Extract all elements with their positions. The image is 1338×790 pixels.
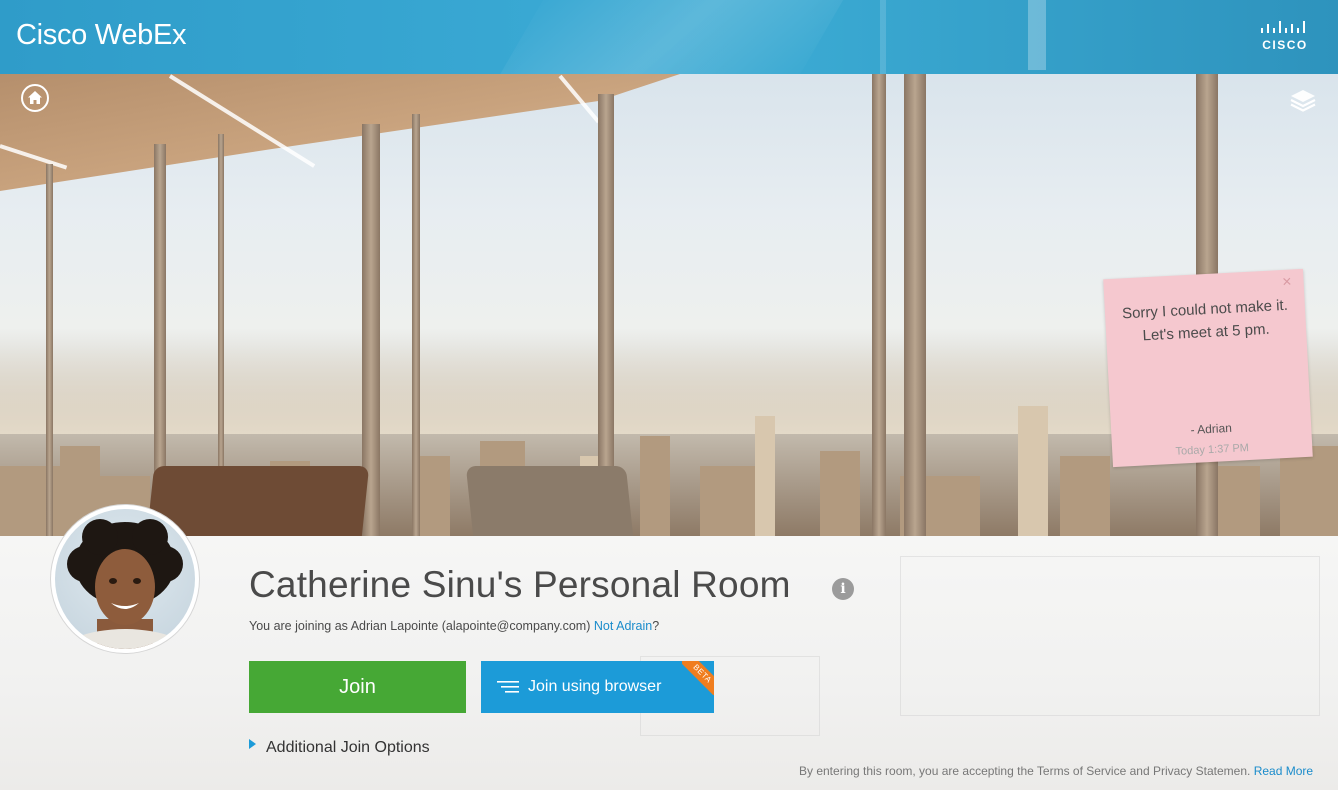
- top-bar: Cisco WebEx CISCO: [0, 0, 1338, 74]
- additional-join-options-toggle[interactable]: Additional Join Options: [249, 739, 430, 757]
- header-glass-reflection: [485, 0, 855, 74]
- header-glass-reflection: [1028, 0, 1046, 70]
- beta-badge-text: BETA: [682, 661, 714, 695]
- info-icon[interactable]: i: [832, 578, 854, 600]
- host-avatar: [51, 505, 199, 653]
- sticky-note-message: Sorry I could not make it. Let's meet at…: [1121, 296, 1289, 345]
- home-button[interactable]: [21, 84, 49, 112]
- read-more-link[interactable]: Read More: [1254, 764, 1313, 778]
- additional-join-options-label: Additional Join Options: [266, 739, 430, 756]
- joining-as-text: You are joining as Adrian Lapointe (alap…: [249, 619, 659, 633]
- office-chair: [465, 466, 635, 536]
- room-title: Catherine Sinu's Personal Room: [249, 564, 791, 605]
- join-button[interactable]: Join: [249, 661, 466, 713]
- join-using-browser-label: Join using browser: [528, 678, 662, 695]
- window-mullion: [46, 164, 53, 536]
- person-portrait: [59, 519, 191, 649]
- window-mullion: [412, 114, 420, 536]
- layers-icon: [1290, 90, 1316, 112]
- window-mullion: [904, 74, 926, 536]
- browser-lines-icon: [497, 681, 519, 693]
- cisco-wordmark: CISCO: [1262, 38, 1308, 52]
- app-title: Cisco WebEx: [16, 19, 187, 51]
- avatar-photo: [55, 509, 195, 649]
- sticky-note-close-icon[interactable]: ×: [1282, 274, 1292, 292]
- header-glass-reflection: [880, 0, 886, 74]
- beta-badge: BETA: [682, 661, 714, 695]
- cisco-logo: CISCO: [1258, 20, 1312, 54]
- not-user-link[interactable]: Not Adrain: [594, 619, 652, 633]
- terms-notice: By entering this room, you are accepting…: [799, 764, 1313, 778]
- office-chair: [145, 466, 370, 536]
- joining-as-label: You are joining as Adrian Lapointe (alap…: [249, 619, 591, 633]
- change-background-button[interactable]: [1289, 86, 1317, 114]
- background-desk: [900, 556, 1320, 716]
- window-mullion: [872, 74, 886, 536]
- triangle-right-icon: [249, 739, 256, 749]
- join-using-browser-button[interactable]: Join using browser BETA: [481, 661, 714, 713]
- joining-question-mark: ?: [652, 619, 660, 633]
- cisco-bars-icon: [1261, 21, 1305, 33]
- sticky-note-time: Today 1:37 PM: [1175, 441, 1250, 458]
- sticky-note-signature: - Adrian: [1190, 420, 1233, 437]
- home-icon: [28, 91, 42, 104]
- terms-text: By entering this room, you are accepting…: [799, 764, 1251, 778]
- sticky-note: × Sorry I could not make it. Let's meet …: [1103, 268, 1313, 468]
